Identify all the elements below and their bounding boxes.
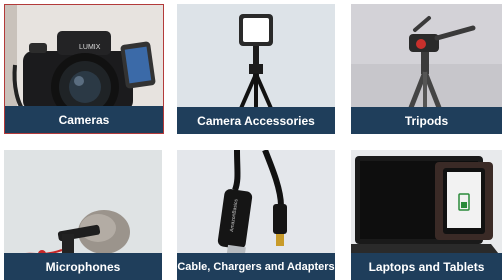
category-tile-camera-accessories[interactable]: Camera Accessories — [177, 4, 335, 134]
category-tile-cameras[interactable]: LUMIX Cameras — [4, 4, 164, 134]
category-tile-microphones[interactable]: Microphones — [4, 150, 162, 280]
category-label: Cable, Chargers and Adapters — [177, 253, 335, 280]
camera-brand-text: LUMIX — [79, 44, 101, 51]
category-label: Cameras — [5, 106, 163, 133]
category-tile-laptops-tablets[interactable]: Laptops and Tablets — [351, 150, 502, 280]
category-label: Laptops and Tablets — [351, 253, 502, 280]
category-label: Camera Accessories — [177, 107, 335, 134]
category-tile-tripods[interactable]: Tripods — [351, 4, 502, 134]
category-label: Microphones — [4, 253, 162, 280]
category-tile-cables-chargers-adapters[interactable]: AmazonBasics Cable, Chargers and Adapter… — [177, 150, 335, 280]
category-label: Tripods — [351, 107, 502, 134]
